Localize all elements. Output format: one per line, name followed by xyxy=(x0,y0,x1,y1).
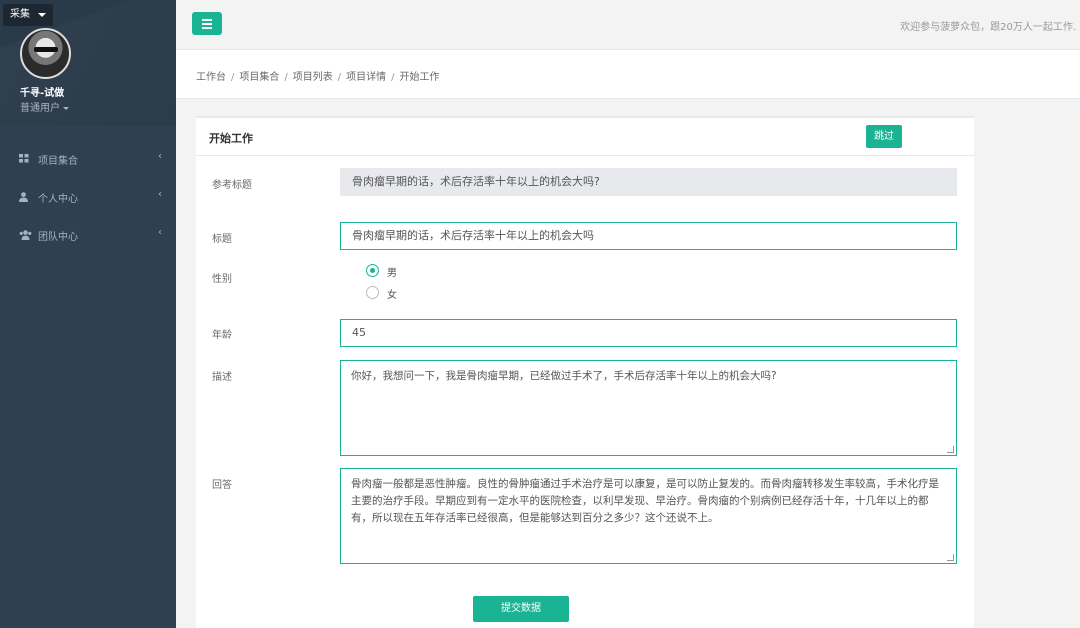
user-icon xyxy=(19,192,28,202)
users-icon xyxy=(19,230,32,240)
age-label: 年龄 xyxy=(212,330,232,341)
answer-text: 骨肉瘤一般都是恶性肿瘤。良性的骨肿瘤通过手术治疗是可以康复，是可以防止复发的。而… xyxy=(351,478,939,524)
sidebar-item-personal[interactable]: 个人中心 ‹ xyxy=(0,178,176,214)
user-role-dropdown[interactable]: 普通用户 xyxy=(20,99,69,114)
sidebar-item-team[interactable]: 团队中心 ‹ xyxy=(0,216,176,252)
title-input[interactable]: 骨肉瘤早期的话，术后存活率十年以上的机会大吗 xyxy=(340,222,957,250)
welcome-message: 欢迎参与菠萝众包，跟20万人一起工作. xyxy=(900,22,1076,33)
sidebar: 采集 千寻-试做 普通用户 项目集合 ‹ 个人中心 ‹ 团队中心 ‹ xyxy=(0,0,176,628)
description-text: 你好，我想问一下，我是骨肉瘤早期，已经做过手术了，手术后存活率十年以上的机会大吗… xyxy=(351,370,777,382)
breadcrumb-item-workbench[interactable]: 工作台 xyxy=(196,72,226,83)
breadcrumb: 工作台 / 项目集合 / 项目列表 / 项目详情 / 开始工作 xyxy=(196,68,440,83)
grid-icon xyxy=(19,154,29,163)
skip-button[interactable]: 跳过 xyxy=(866,125,902,148)
breadcrumb-item-current: 开始工作 xyxy=(399,72,440,83)
breadcrumb-bar: 工作台 / 项目集合 / 项目列表 / 项目详情 / 开始工作 xyxy=(176,50,1080,99)
ref-title-value: 骨肉瘤早期的话，术后存活率十年以上的机会大吗? xyxy=(340,168,957,196)
radio-checked-icon[interactable] xyxy=(366,264,379,277)
sidebar-item-projects[interactable]: 项目集合 ‹ xyxy=(0,140,176,176)
work-card: 开始工作 跳过 参考标题 骨肉瘤早期的话，术后存活率十年以上的机会大吗? 标题 … xyxy=(196,116,974,628)
user-role: 普通用户 xyxy=(20,103,60,114)
menu-toggle-button[interactable] xyxy=(192,12,222,35)
breadcrumb-separator: / xyxy=(231,72,235,83)
sidebar-item-label: 团队中心 xyxy=(38,232,78,243)
card-header: 开始工作 跳过 xyxy=(196,118,974,156)
collect-dropdown[interactable]: 采集 xyxy=(3,4,53,26)
breadcrumb-separator: / xyxy=(337,72,342,83)
ref-title-label: 参考标题 xyxy=(212,180,252,191)
sidebar-item-label: 项目集合 xyxy=(38,156,78,167)
breadcrumb-item-project-detail[interactable]: 项目详情 xyxy=(346,72,386,83)
breadcrumb-item-project-collection[interactable]: 项目集合 xyxy=(239,72,279,83)
hamburger-icon-line xyxy=(202,23,212,25)
chevron-left-icon: ‹ xyxy=(158,189,162,200)
hamburger-icon-line xyxy=(202,27,212,29)
caret-down-icon xyxy=(63,106,69,110)
submit-button[interactable]: 提交数据 xyxy=(473,596,569,622)
gender-option-label: 男 xyxy=(387,268,397,279)
gender-label: 性别 xyxy=(212,274,232,285)
breadcrumb-item-project-list[interactable]: 项目列表 xyxy=(293,72,333,83)
age-input[interactable]: 45 xyxy=(340,319,957,347)
answer-textarea[interactable]: 骨肉瘤一般都是恶性肿瘤。良性的骨肿瘤通过手术治疗是可以康复，是可以防止复发的。而… xyxy=(340,468,957,564)
caret-down-icon xyxy=(38,13,46,17)
description-label: 描述 xyxy=(212,372,232,383)
top-bar: 欢迎参与菠萝众包，跟20万人一起工作. xyxy=(176,0,1080,50)
user-name: 千寻-试做 xyxy=(20,88,65,99)
avatar[interactable] xyxy=(20,28,71,79)
description-textarea[interactable]: 你好，我想问一下，我是骨肉瘤早期，已经做过手术了，手术后存活率十年以上的机会大吗… xyxy=(340,360,957,456)
profile-panel: 采集 千寻-试做 普通用户 xyxy=(0,0,176,126)
radio-unchecked-icon[interactable] xyxy=(366,286,379,299)
breadcrumb-separator: / xyxy=(391,72,395,83)
title-label: 标题 xyxy=(212,234,232,245)
hamburger-icon xyxy=(202,19,212,21)
chevron-left-icon: ‹ xyxy=(158,227,162,238)
breadcrumb-separator: / xyxy=(284,72,288,83)
sidebar-item-label: 个人中心 xyxy=(38,194,78,205)
gender-option-label: 女 xyxy=(387,290,397,301)
collect-label: 采集 xyxy=(10,9,30,20)
chevron-left-icon: ‹ xyxy=(158,151,162,162)
card-title: 开始工作 xyxy=(209,132,253,145)
answer-label: 回答 xyxy=(212,480,232,491)
